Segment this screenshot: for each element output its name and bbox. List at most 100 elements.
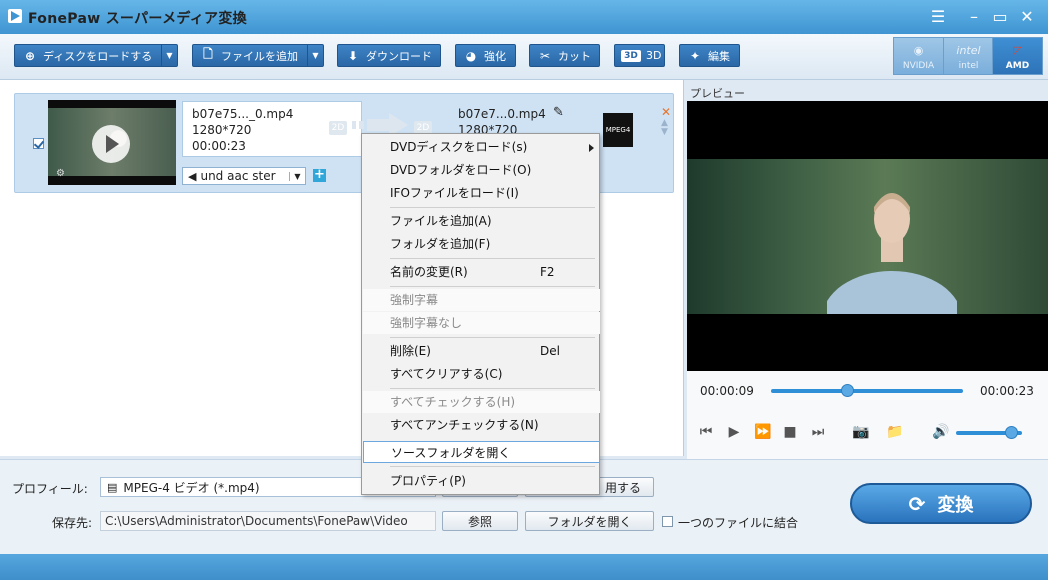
volume-icon[interactable]: 🔊 (932, 424, 949, 440)
skip-back-icon[interactable]: ⏮ (698, 424, 714, 440)
chevron-down-icon[interactable]: ▼ (161, 45, 177, 66)
convert-button[interactable]: ⟳ 変換 (850, 483, 1032, 524)
menu-item-delete[interactable]: 削除(E) Del (363, 340, 600, 362)
format-film-icon[interactable]: MPEG4 (603, 113, 633, 147)
menu-item-add-folder[interactable]: フォルダを追加(F) (363, 233, 600, 255)
seek-bar[interactable] (771, 389, 963, 393)
menu-separator (390, 337, 595, 338)
3d-button[interactable]: 3D 3D (614, 44, 665, 67)
play-icon[interactable]: ▶ (726, 424, 742, 440)
load-disc-label: ディスクをロードする (43, 49, 153, 63)
menu-item-rename[interactable]: 名前の変更(R) F2 (363, 261, 600, 283)
preview-person-figure (827, 193, 957, 314)
nvidia-acceleration-toggle[interactable]: ◉ NVIDIA (893, 37, 944, 75)
scissors-icon: ✂ (539, 48, 551, 63)
camera-icon[interactable]: 📷 (852, 424, 869, 440)
fast-forward-icon[interactable]: ⏩ (754, 424, 771, 440)
menu-item-open-source-folder[interactable]: ソースフォルダを開く (363, 441, 600, 463)
seek-handle[interactable] (840, 384, 854, 397)
menu-item-label: 削除(E) (390, 344, 431, 358)
profile-value: MPEG-4 ビデオ (*.mp4) (123, 480, 260, 495)
amd-label: AMD (1005, 61, 1030, 71)
menu-separator (390, 466, 595, 467)
amd-acceleration-toggle[interactable]: ◸ AMD (992, 37, 1043, 75)
menu-item-uncheck-all[interactable]: すべてアンチェックする(N) (363, 414, 600, 436)
preview-label: プレビュー (690, 87, 745, 100)
menu-item-check-all: すべてチェックする(H) (363, 391, 600, 413)
skip-forward-icon[interactable]: ⏭ (810, 424, 826, 440)
current-time: 00:00:09 (700, 384, 754, 398)
audio-track-select[interactable]: ◀ und aac ster ▼ (182, 167, 306, 185)
menu-item-label: すべてクリアする(C) (390, 367, 503, 381)
menu-item-shortcut: F2 (540, 265, 555, 279)
nvidia-eye-icon: ◉ (913, 44, 924, 57)
download-button[interactable]: ⬇ ダウンロード (337, 44, 441, 67)
speaker-icon: ◀ (188, 169, 197, 183)
save-path-field[interactable]: C:\Users\Administrator\Documents\FonePaw… (100, 511, 436, 531)
film-icon: ▤ (107, 480, 118, 494)
save-label: 保存先: (52, 516, 93, 530)
submenu-arrow-icon (589, 144, 594, 152)
close-button[interactable]: ✕ (1016, 6, 1038, 28)
context-menu: DVDディスクをロード(s) DVDフォルダをロード(O) IFOファイルをロー… (361, 133, 600, 495)
menu-item-clear-all[interactable]: すべてクリアする(C) (363, 363, 600, 385)
palette-icon: ◕ (465, 48, 477, 63)
chevron-down-icon[interactable]: ▼ (307, 45, 323, 66)
browse-button[interactable]: 参照 (442, 511, 518, 531)
menu-item-load-ifo[interactable]: IFOファイルをロード(I) (363, 182, 600, 204)
merge-checkbox[interactable] (662, 516, 673, 527)
maximize-button[interactable]: ▭ (989, 6, 1011, 28)
menu-item-load-dvd-disc[interactable]: DVDディスクをロード(s) (363, 136, 600, 158)
menu-icon[interactable]: ☰ (927, 6, 949, 28)
folder-icon[interactable]: 📁 (886, 424, 903, 440)
edit-button[interactable]: ✦ 編集 (679, 44, 740, 67)
menu-separator (390, 388, 595, 389)
audio-track-value: und aac ster (200, 169, 276, 183)
menu-item-label: 強制字幕なし (390, 316, 463, 330)
add-file-button[interactable]: 🗋 ファイルを追加 ▼ (192, 44, 324, 67)
enhance-button[interactable]: ◕ 強化 (455, 44, 516, 67)
menu-item-add-file[interactable]: ファイルを追加(A) (363, 210, 600, 232)
total-time: 00:00:23 (980, 384, 1034, 398)
menu-item-label: プロパティ(P) (390, 474, 466, 488)
pencil-icon[interactable]: ✎ (553, 105, 564, 120)
menu-item-properties[interactable]: プロパティ(P) (363, 470, 600, 492)
menu-item-label: すべてチェックする(H) (390, 395, 516, 409)
menu-separator (390, 286, 595, 287)
load-disc-button[interactable]: ⊕ ディスクをロードする ▼ (14, 44, 178, 67)
menu-item-label: 強制字幕 (390, 293, 439, 307)
preview-image (687, 159, 1048, 314)
cut-button[interactable]: ✂ カット (529, 44, 600, 67)
app-logo-icon (8, 9, 22, 23)
move-down-icon[interactable]: ▼ (661, 127, 668, 137)
open-folder-button[interactable]: フォルダを開く (525, 511, 654, 531)
menu-item-no-forced-subtitle: 強制字幕なし (363, 312, 600, 334)
sparkle-icon: ✦ (689, 48, 701, 63)
menu-item-label: ソースフォルダを開く (391, 446, 511, 460)
play-icon[interactable] (92, 125, 130, 163)
volume-handle[interactable] (1005, 426, 1019, 439)
download-label: ダウンロード (366, 49, 432, 63)
add-track-icon[interactable]: + (313, 168, 326, 182)
intel-acceleration-toggle[interactable]: intel intel (943, 37, 994, 75)
download-icon: ⬇ (347, 48, 359, 63)
amd-logo-icon: ◸ (1013, 44, 1022, 57)
chevron-down-icon[interactable]: ▼ (289, 171, 305, 181)
stop-icon[interactable]: ■ (782, 424, 798, 440)
settings-icon[interactable]: ⚙ (56, 168, 65, 179)
minimize-button[interactable]: – (963, 6, 985, 28)
3d-icon: 3D (621, 49, 641, 62)
disc-plus-icon: ⊕ (24, 48, 36, 63)
menu-item-load-dvd-folder[interactable]: DVDフォルダをロード(O) (363, 159, 600, 181)
add-file-label: ファイルを追加 (221, 49, 298, 63)
source-duration: 00:00:23 (192, 139, 246, 153)
source-2d-tag: 2D (329, 121, 347, 135)
source-filename: b07e75..._0.mp4 (192, 107, 294, 121)
file-checkbox[interactable] (33, 138, 44, 149)
profile-label: プロフィール: (12, 482, 88, 496)
menu-item-shortcut: Del (540, 344, 560, 358)
menu-separator (390, 258, 595, 259)
menu-item-label: IFOファイルをロード(I) (390, 186, 519, 200)
remove-icon[interactable]: ✕ (661, 105, 671, 119)
preview-video[interactable] (687, 101, 1048, 371)
